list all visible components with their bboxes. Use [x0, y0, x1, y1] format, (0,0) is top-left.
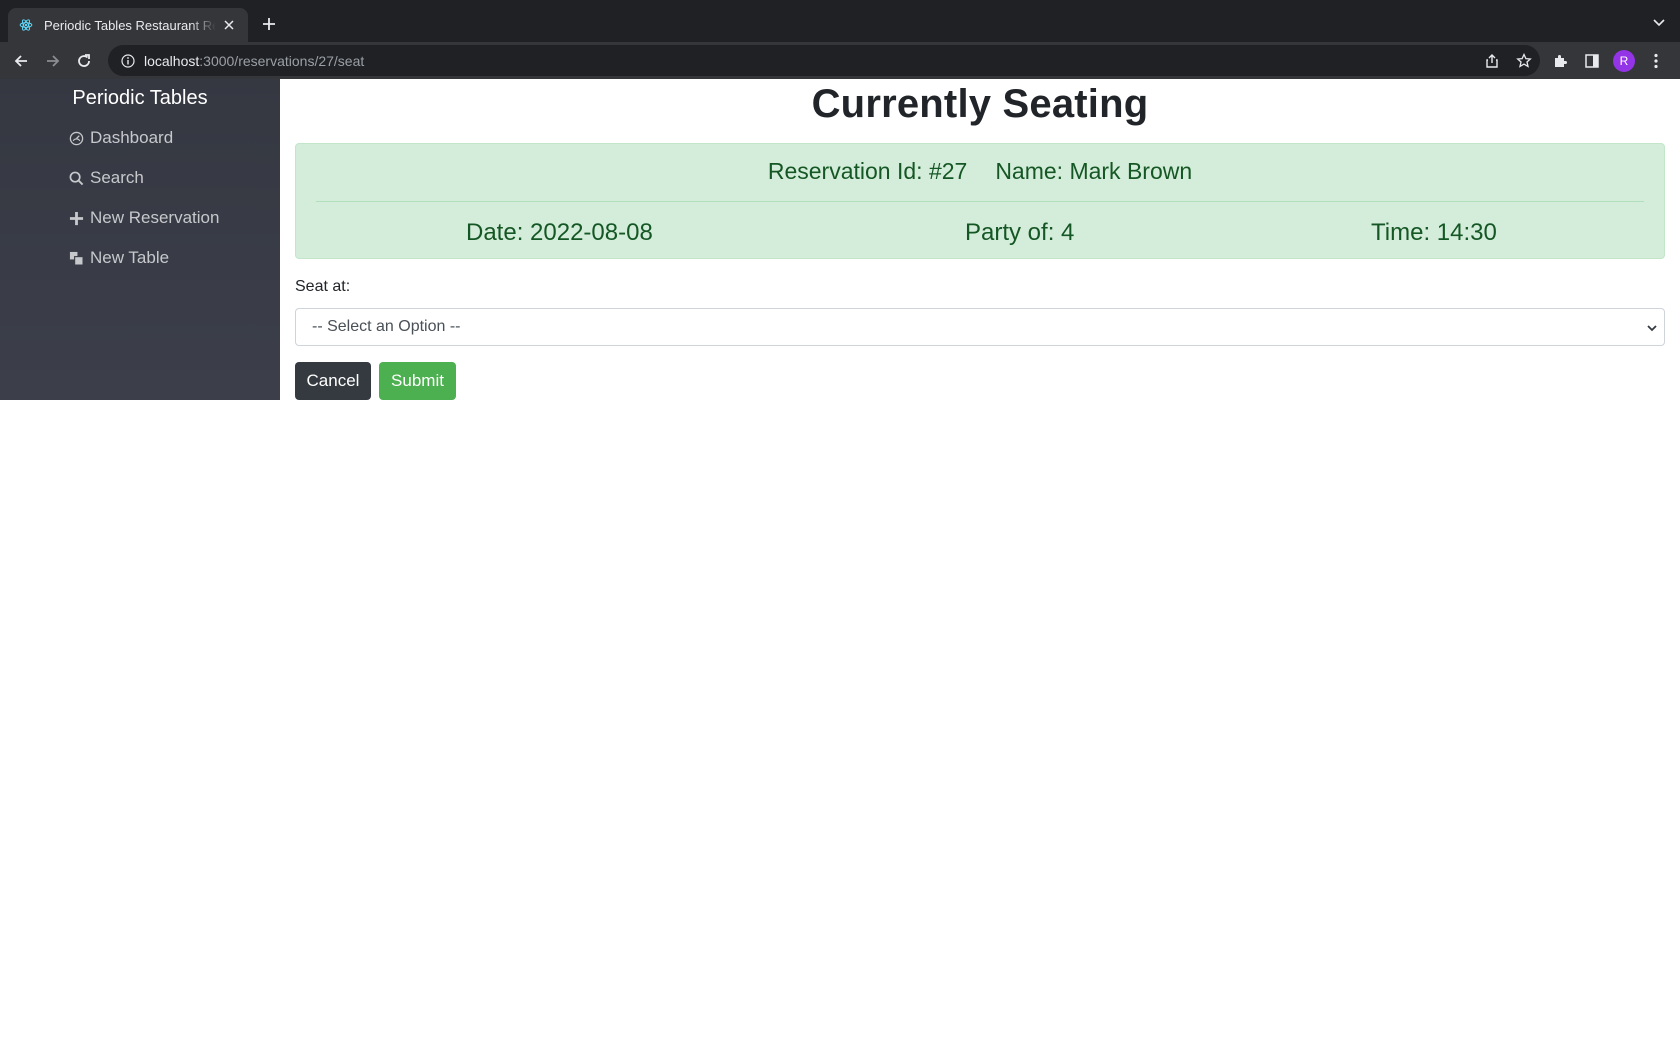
page-viewport: Periodic Tables Dashboard Search New Res…	[0, 79, 1680, 1050]
side-panel-icon[interactable]	[1576, 42, 1608, 79]
avatar: R	[1613, 49, 1635, 72]
table-select-value: -- Select an Option --	[312, 318, 461, 335]
sidebar-item-label: New Reservation	[90, 208, 220, 227]
dashboard-icon	[68, 130, 84, 146]
seat-at-label: Seat at:	[295, 278, 351, 295]
reload-icon[interactable]	[72, 49, 96, 73]
sidebar-item-dashboard[interactable]: Dashboard	[68, 128, 173, 148]
share-icon[interactable]	[1476, 45, 1508, 76]
site-info-icon[interactable]	[120, 53, 136, 69]
sidebar: Periodic Tables Dashboard Search New Res…	[0, 79, 280, 400]
tab-title: Periodic Tables Restaurant Reservation	[44, 17, 216, 33]
profile-avatar[interactable]: R	[1608, 42, 1640, 79]
sidebar-item-label: New Table	[90, 248, 170, 267]
reservation-summary: Reservation Id: #27 Name: Mark Brown Date…	[295, 143, 1665, 259]
url-text: localhost:3000/reservations/27/seat	[144, 53, 364, 69]
cancel-button[interactable]: Cancel	[295, 362, 371, 400]
close-tab-icon[interactable]	[220, 16, 238, 34]
plus-icon	[68, 210, 84, 226]
browser-tabstrip: Periodic Tables Restaurant Reservation	[0, 0, 1680, 42]
sidebar-brand[interactable]: Periodic Tables	[0, 87, 280, 110]
reservation-id: Reservation Id: #27	[767, 158, 968, 184]
submit-button[interactable]: Submit	[379, 362, 456, 400]
reservation-summary-header: Reservation Id: #27 Name: Mark Brown	[296, 158, 1664, 185]
reservation-time: Time: 14:30	[1371, 219, 1497, 246]
url-path: :3000/reservations/27/seat	[199, 52, 365, 69]
browser-toolbar: localhost:3000/reservations/27/seat R	[0, 42, 1680, 79]
sidebar-item-new-table[interactable]: New Table	[68, 248, 169, 268]
sidebar-item-label: Dashboard	[90, 128, 174, 147]
back-arrow-icon[interactable]	[9, 49, 33, 73]
layers-icon	[68, 250, 84, 266]
divider	[316, 201, 1644, 202]
page-title: Currently Seating	[811, 82, 1149, 126]
reservation-party-size: Party of: 4	[965, 219, 1075, 246]
chevron-down-icon	[1646, 321, 1658, 333]
new-tab-icon[interactable]	[258, 13, 280, 35]
sidebar-item-new-reservation[interactable]: New Reservation	[68, 208, 219, 228]
sidebar-item-label: Search	[90, 168, 144, 187]
reservation-name: Name: Mark Brown	[995, 158, 1193, 184]
tab-search-chevron-icon[interactable]	[1650, 14, 1668, 32]
browser-menu-kebab-icon[interactable]	[1640, 42, 1672, 79]
sidebar-item-search[interactable]: Search	[68, 168, 144, 188]
reservation-date: Date: 2022-08-08	[466, 219, 653, 246]
react-favicon-icon	[18, 17, 34, 33]
forward-arrow-icon[interactable]	[41, 49, 65, 73]
table-select[interactable]: -- Select an Option --	[295, 308, 1665, 346]
browser-tab[interactable]: Periodic Tables Restaurant Reservation	[8, 8, 248, 42]
bookmark-star-icon[interactable]	[1508, 45, 1540, 76]
url-host: localhost	[144, 52, 200, 69]
extensions-puzzle-icon[interactable]	[1544, 42, 1576, 79]
search-icon	[68, 170, 84, 186]
address-bar[interactable]: localhost:3000/reservations/27/seat	[108, 45, 1540, 76]
